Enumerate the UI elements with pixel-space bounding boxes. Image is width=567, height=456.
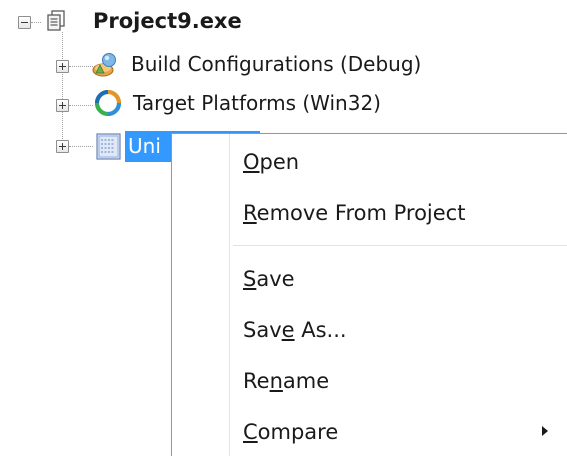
menu-separator xyxy=(233,245,567,246)
menu-item-open[interactable]: Open xyxy=(172,137,567,187)
menu-item-remove-from-project[interactable]: Remove From Project xyxy=(172,188,567,238)
tree-node-label[interactable]: Project9.exe xyxy=(93,8,242,34)
expand-toggle-icon[interactable] xyxy=(56,140,69,153)
menu-item-save[interactable]: Save xyxy=(172,254,567,304)
target-platforms-icon xyxy=(95,90,121,116)
submenu-arrow-icon xyxy=(542,426,548,436)
menu-item-save-as[interactable]: Save As... xyxy=(172,305,567,355)
tree-connector xyxy=(31,22,41,23)
expand-toggle-icon[interactable] xyxy=(56,99,69,112)
tree-node-label[interactable]: Build Configurations (Debug) xyxy=(131,51,421,77)
tree-connector xyxy=(69,105,93,106)
menu-item-compare[interactable]: Compare xyxy=(172,407,567,456)
context-menu: Open Remove From Project Save Save As...… xyxy=(171,133,567,456)
unit-file-icon xyxy=(96,133,121,160)
tree-connector xyxy=(69,146,93,147)
project-file-icon xyxy=(47,10,65,31)
expand-toggle-icon[interactable] xyxy=(56,60,69,73)
build-config-icon xyxy=(92,53,116,77)
menu-item-rename[interactable]: Rename xyxy=(172,356,567,406)
tree-connector-vertical xyxy=(62,32,63,147)
tree-node-label[interactable]: Target Platforms (Win32) xyxy=(133,90,381,116)
collapse-toggle-icon[interactable] xyxy=(18,16,31,29)
tree-node-label[interactable]: Uni xyxy=(125,133,161,159)
screenshot-root: Project9.exe Build Configurations (Debug… xyxy=(0,0,567,456)
tree-connector xyxy=(69,66,93,67)
